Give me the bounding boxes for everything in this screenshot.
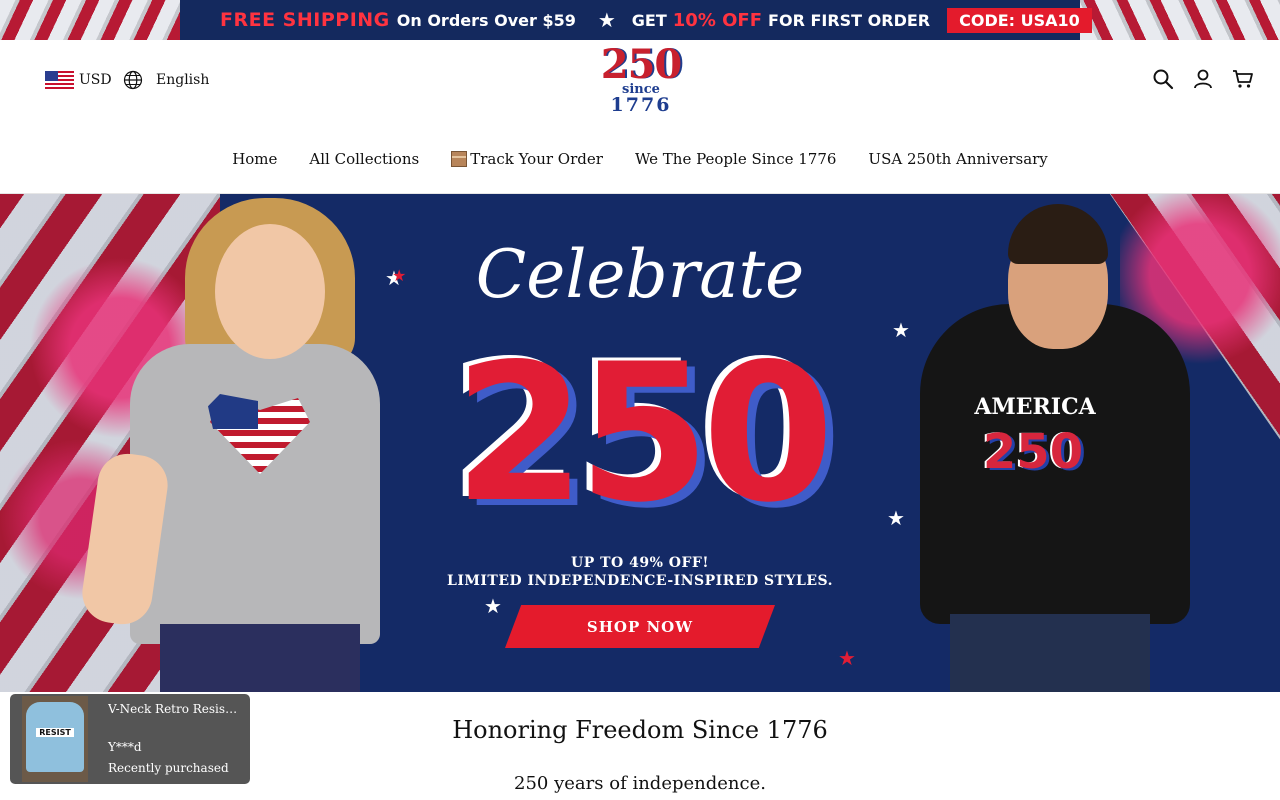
tshirt-print: RESIST [36,728,74,737]
language-label: English [156,72,210,88]
site-header: USD English 250 since 1776 [0,40,1280,120]
nav-track-order[interactable]: Track Your Order [435,144,619,174]
man-jeans [950,614,1150,692]
hero-discount-line: UP TO 49% OFF! [571,555,709,571]
logo-number: 250 [600,41,683,88]
toast-product-name: V-Neck Retro Resist ... [108,702,240,716]
language-selector[interactable]: English [123,70,209,90]
promo-get: GET [631,10,667,30]
star-icon: ★ [892,318,910,342]
woman-face [215,224,325,359]
currency-label: USD [79,72,112,88]
promo-first-order: FOR FIRST ORDER [768,10,931,30]
model-woman-image [78,194,390,692]
hero-big-number: 250 [453,323,835,544]
site-logo[interactable]: 250 since 1776 [594,41,688,116]
man-hair [1008,204,1108,264]
main-nav: Home All Collections Track Your Order We… [0,144,1280,174]
nav-we-the-people[interactable]: We The People Since 1776 [619,144,852,174]
cart-icon[interactable] [1232,68,1254,90]
hoodie-text: AMERICA [974,394,1096,420]
hero-banner[interactable]: AMERICA 250 ★ ★ ★ ★ ★ ★ Celebrate 250 UP… [0,194,1280,692]
promo-code-badge: CODE: USA10 [947,7,1092,33]
star-icon: ★ [838,646,856,670]
product-thumbnail: RESIST [22,696,88,782]
flag-decoration-left [0,0,180,40]
recent-purchase-popup[interactable]: RESIST V-Neck Retro Resist ... Y***d Rec… [10,694,250,784]
flag-decoration-right [1080,0,1280,40]
logo-year: 1776 [610,94,672,116]
promo-threshold: On Orders Over $59 [396,10,576,30]
model-man-image: AMERICA 250 [920,194,1200,692]
woman-jeans [160,624,360,692]
star-icon: ★ [597,8,616,32]
tshirt-image [26,702,84,772]
globe-icon [123,70,143,90]
promo-bar[interactable]: FREE SHIPPING On Orders Over $59 ★ GET 1… [0,0,1280,40]
header-actions [1152,68,1254,90]
star-icon: ★ [484,594,502,618]
toast-buyer: Y***d [108,740,142,754]
nav-all-collections[interactable]: All Collections [293,144,435,174]
hoodie-number: 250 [982,424,1084,480]
nav-track-order-label: Track Your Order [470,150,603,168]
promo-free-shipping: FREE SHIPPING [220,9,390,31]
hero-script-title: Celebrate [475,236,805,313]
star-icon: ★ [887,506,905,530]
hero-subtitle: UP TO 49% OFF! LIMITED INDEPENDENCE-INSP… [430,554,850,590]
user-icon[interactable] [1192,68,1214,90]
promo-discount: 10% OFF [672,9,763,31]
currency-selector[interactable]: USD [45,71,112,89]
woman-tshirt [130,344,380,644]
promo-text: FREE SHIPPING On Orders Over $59 ★ GET 1… [220,6,1092,34]
package-icon [451,151,468,167]
nav-usa-250th[interactable]: USA 250th Anniversary [852,144,1063,174]
hero-styles-line: LIMITED INDEPENDENCE-INSPIRED STYLES. [446,573,834,589]
toast-status: Recently purchased [108,761,229,775]
us-flag-icon [45,71,74,89]
nav-home[interactable]: Home [216,144,293,174]
star-icon: ★ [392,266,407,285]
search-icon[interactable] [1152,68,1174,90]
shop-now-button[interactable]: SHOP NOW [505,605,775,648]
